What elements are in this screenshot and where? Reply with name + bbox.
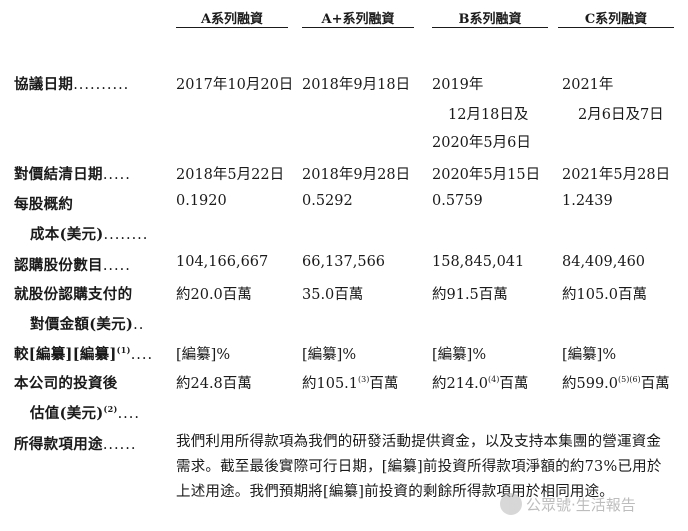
settlement-date-a-plus: 2018年9月28日 — [302, 167, 411, 183]
discount-a: [編纂]% — [176, 347, 231, 363]
consideration-a: 約20.0百萬 — [176, 287, 252, 303]
label-agreement-date: 協議日期.......... — [14, 76, 130, 93]
consideration-b: 約91.5百萬 — [432, 287, 508, 303]
header-series-b: B系列融資 — [458, 12, 522, 27]
label-consideration-line1: 就股份認購支付的 — [14, 286, 133, 303]
label-shares-subscribed: 認購股份數目..... — [14, 257, 131, 274]
label-cost-per-share-line2: 成本(美元)........ — [30, 226, 149, 243]
valuation-c: 約599.0(5)(6)百萬 — [562, 375, 670, 392]
shares-subscribed-a-plus: 66,137,566 — [302, 254, 386, 270]
agreement-date-c-line2: 2月6日及7日 — [578, 107, 664, 123]
discount-a-plus: [編纂]% — [302, 347, 357, 363]
settlement-date-c: 2021年5月28日 — [562, 167, 671, 183]
valuation-b: 約214.0(4)百萬 — [432, 375, 529, 392]
label-valuation-line2: 估值(美元)(2).... — [30, 404, 141, 422]
cost-per-share-a-plus: 0.5292 — [302, 193, 353, 209]
cost-per-share-a: 0.1920 — [176, 193, 227, 209]
header-underline-c — [558, 27, 674, 28]
label-valuation-line1: 本公司的投資後 — [14, 375, 118, 392]
header-series-c: C系列融資 — [584, 12, 648, 27]
header-underline-a-plus — [302, 27, 414, 28]
label-settlement-date: 對價結清日期..... — [14, 166, 131, 183]
header-underline-a — [176, 27, 288, 28]
label-discount: 較[編纂][編纂](1).... — [14, 345, 154, 363]
shares-subscribed-b: 158,845,041 — [432, 254, 525, 270]
discount-c: [編纂]% — [562, 347, 617, 363]
agreement-date-a-plus: 2018年9月18日 — [302, 77, 411, 93]
agreement-date-b-line3: 2020年5月6日 — [432, 135, 531, 151]
header-series-a: A系列融資 — [200, 12, 264, 27]
settlement-date-b: 2020年5月15日 — [432, 167, 541, 183]
agreement-date-c-line1: 2021年 — [562, 77, 614, 93]
settlement-date-a: 2018年5月22日 — [176, 167, 285, 183]
use-of-proceeds-line-2: 需求。截至最後實際可行日期，[編纂]前投資所得款項淨額的約73%已用於 — [176, 459, 662, 475]
use-of-proceeds-line-1: 我們利用所得款項為我們的研發活動提供資金，以及支持本集團的營運資金 — [176, 434, 662, 450]
shares-subscribed-a: 104,166,667 — [176, 254, 269, 270]
label-consideration-line2: 對價金額(美元).. — [30, 316, 145, 333]
cost-per-share-c: 1.2439 — [562, 193, 613, 209]
label-use-of-proceeds: 所得款項用途...... — [14, 436, 137, 453]
header-series-a-plus: A+系列融資 — [321, 12, 395, 27]
agreement-date-a: 2017年10月20日 — [176, 77, 294, 93]
shares-subscribed-c: 84,409,460 — [562, 254, 646, 270]
watermark-text: 公眾號·生活報告 — [526, 495, 636, 514]
label-cost-per-share-line1: 每股概約 — [14, 196, 74, 213]
discount-b: [編纂]% — [432, 347, 487, 363]
header-underline-b — [432, 27, 548, 28]
valuation-a: 約24.8百萬 — [176, 376, 252, 392]
agreement-date-b-line1: 2019年 — [432, 77, 484, 93]
valuation-a-plus: 約105.1(3)百萬 — [302, 375, 399, 392]
cost-per-share-b: 0.5759 — [432, 193, 483, 209]
watermark: 公眾號·生活報告 — [500, 489, 636, 519]
wechat-logo-icon — [500, 493, 522, 515]
consideration-a-plus: 35.0百萬 — [302, 287, 364, 303]
agreement-date-b-line2: 12月18日及 — [448, 107, 529, 123]
consideration-c: 約105.0百萬 — [562, 287, 648, 303]
